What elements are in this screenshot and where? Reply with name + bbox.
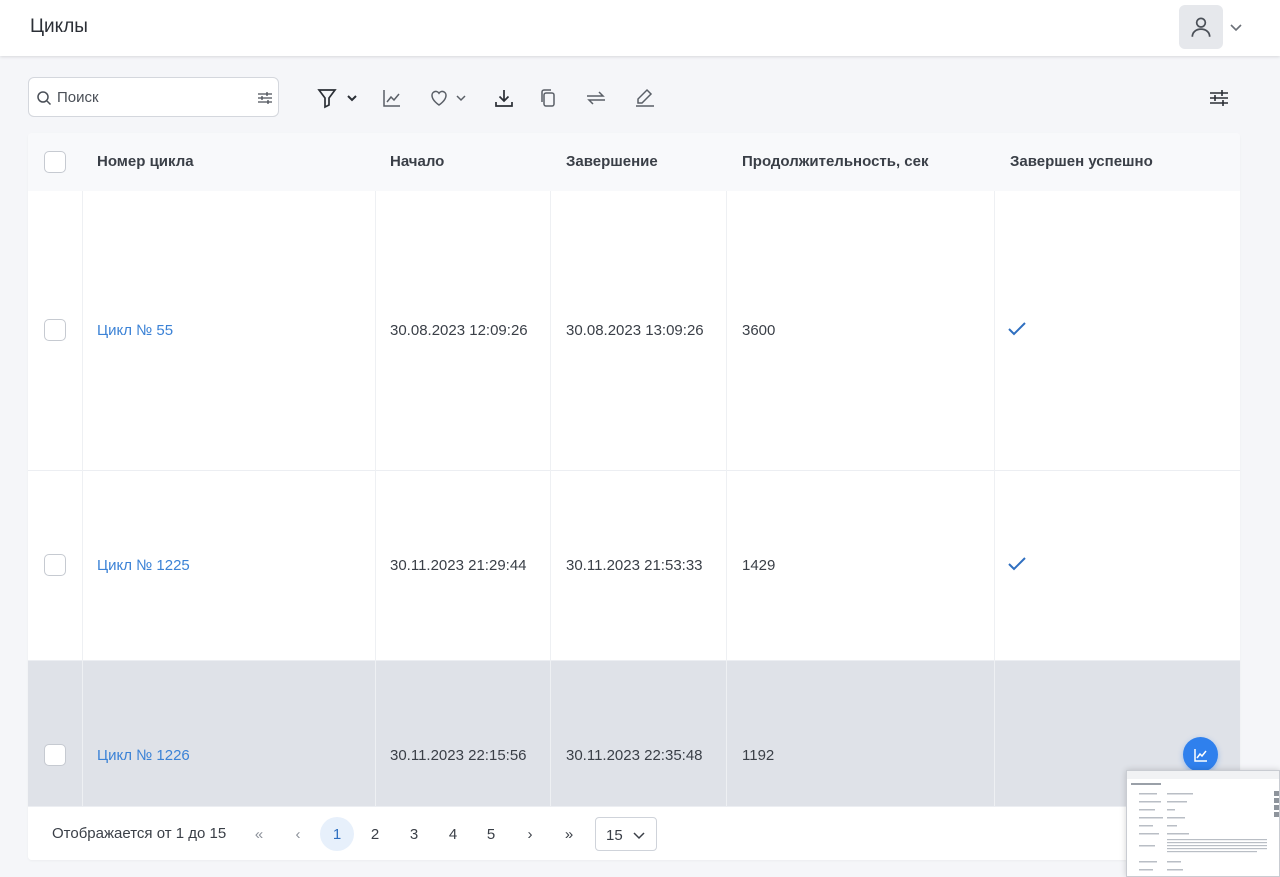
page-size-value: 15 <box>606 827 623 844</box>
detail-preview-thumbnail[interactable] <box>1126 770 1280 877</box>
table-row[interactable]: Цикл № 55 30.08.2023 12:09:26 30.08.2023… <box>28 191 1240 470</box>
pagination-summary: Отображается от 1 до 15 <box>52 825 227 842</box>
cycle-duration: 3600 <box>742 322 776 339</box>
prev-page-button[interactable]: ‹ <box>281 817 315 851</box>
check-icon <box>1008 557 1026 571</box>
last-page-button[interactable]: » <box>552 817 586 851</box>
heart-icon <box>431 90 447 106</box>
filter-icon <box>317 89 337 109</box>
next-page-button[interactable]: › <box>513 817 547 851</box>
cycle-duration: 1192 <box>742 747 775 764</box>
select-all-checkbox[interactable] <box>44 151 66 173</box>
table-row[interactable]: Цикл № 1225 30.11.2023 21:29:44 30.11.20… <box>28 471 1240 660</box>
column-divider <box>375 191 376 806</box>
check-icon <box>1008 322 1026 336</box>
column-header-success[interactable]: Завершен успешно <box>1010 153 1153 170</box>
search-settings-icon[interactable] <box>256 89 274 107</box>
page-button-4[interactable]: 4 <box>436 817 470 851</box>
chart-icon <box>1193 748 1207 762</box>
page-button-2[interactable]: 2 <box>358 817 392 851</box>
column-divider <box>550 191 551 806</box>
column-divider <box>82 191 83 806</box>
chart-button[interactable] <box>382 86 402 110</box>
cycle-link[interactable]: Цикл № 55 <box>97 322 173 339</box>
cycles-table: Номер цикла Начало Завершение Продолжите… <box>28 133 1240 860</box>
chevron-down-icon <box>456 95 466 102</box>
page-button-1[interactable]: 1 <box>320 817 354 851</box>
cycle-start: 30.08.2023 12:09:26 <box>390 322 528 339</box>
row-checkbox[interactable] <box>44 554 66 576</box>
download-button[interactable] <box>494 86 514 110</box>
column-divider <box>994 191 995 806</box>
page-button-3[interactable]: 3 <box>397 817 431 851</box>
column-settings-button[interactable] <box>1209 86 1229 110</box>
filter-button[interactable] <box>317 86 359 110</box>
edit-button[interactable] <box>634 86 656 110</box>
column-header-number[interactable]: Номер цикла <box>97 153 194 170</box>
cycle-end: 30.11.2023 21:53:33 <box>566 557 703 574</box>
cycle-link[interactable]: Цикл № 1225 <box>97 557 190 574</box>
user-menu-button[interactable] <box>1179 5 1223 49</box>
table-row[interactable]: Цикл № 1226 30.11.2023 22:15:56 30.11.20… <box>28 661 1240 806</box>
cycle-start: 30.11.2023 21:29:44 <box>390 557 527 574</box>
cycle-end: 30.11.2023 22:35:48 <box>566 747 703 764</box>
row-checkbox[interactable] <box>44 744 66 766</box>
row-checkbox[interactable] <box>44 319 66 341</box>
chart-icon <box>383 90 400 107</box>
table-header: Номер цикла Начало Завершение Продолжите… <box>28 133 1240 191</box>
pagination-bar: Отображается от 1 до 15 « ‹ 1 2 3 4 5 › … <box>28 806 1240 860</box>
preview-content <box>1127 771 1279 871</box>
cycle-duration: 1429 <box>742 557 776 574</box>
column-header-end[interactable]: Завершение <box>566 153 658 170</box>
chart-fab-button[interactable] <box>1183 737 1218 772</box>
tune-icon <box>1210 90 1228 106</box>
copy-icon <box>541 89 555 107</box>
column-header-duration[interactable]: Продолжительность, сек <box>742 153 929 170</box>
column-divider <box>726 191 727 806</box>
user-icon <box>1191 17 1211 37</box>
page-button-5[interactable]: 5 <box>474 817 508 851</box>
cycle-end: 30.08.2023 13:09:26 <box>566 322 704 339</box>
search-icon <box>37 91 52 106</box>
search-box <box>28 77 279 117</box>
first-page-button[interactable]: « <box>242 817 276 851</box>
page-size-select[interactable]: 15 <box>595 817 657 851</box>
page-title: Циклы <box>30 16 88 37</box>
compare-button[interactable] <box>585 86 607 110</box>
download-icon <box>495 90 513 107</box>
column-header-start[interactable]: Начало <box>390 153 444 170</box>
search-input[interactable] <box>57 86 247 108</box>
copy-button[interactable] <box>539 86 557 110</box>
cycle-link[interactable]: Цикл № 1226 <box>97 747 190 764</box>
cycle-start: 30.11.2023 22:15:56 <box>390 747 527 764</box>
favorites-button[interactable] <box>429 86 467 110</box>
edit-icon <box>636 88 654 107</box>
compare-arrows-icon <box>587 91 605 105</box>
top-bar: Циклы <box>0 0 1280 56</box>
chevron-down-icon <box>347 95 357 102</box>
chevron-down-icon <box>633 832 645 840</box>
chevron-down-icon[interactable] <box>1228 19 1244 35</box>
